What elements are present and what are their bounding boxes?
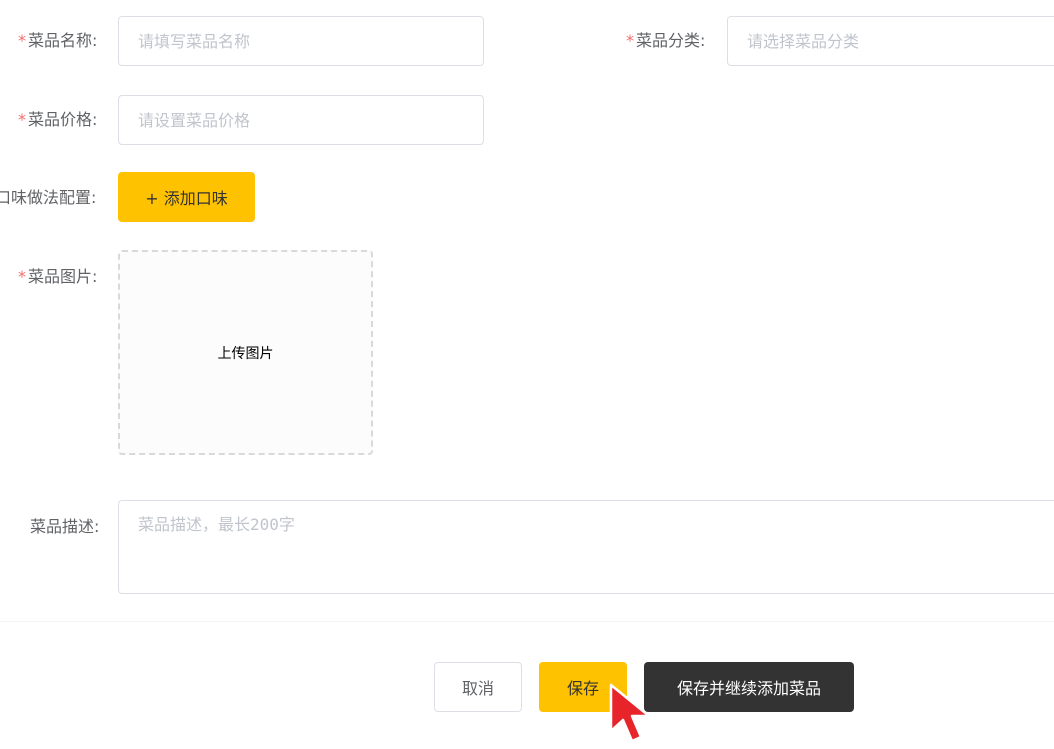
image-upload-area[interactable]: 上传图片 <box>118 250 373 455</box>
required-mark: * <box>18 110 26 129</box>
upload-image-text: 上传图片 <box>217 345 274 362</box>
save-and-continue-button[interactable]: 保存并继续添加菜品 <box>644 662 854 712</box>
required-mark: * <box>18 267 26 286</box>
dish-name-label: * 菜品名称: <box>18 31 98 50</box>
dish-category-label: * 菜品分类: <box>626 31 706 50</box>
dish-image-label: * 菜品图片: <box>18 267 98 286</box>
dish-price-label: * 菜品价格: <box>18 110 98 129</box>
dish-category-select[interactable] <box>727 16 1054 66</box>
flavor-config-label: 口味做法配置: <box>0 188 97 207</box>
required-mark: * <box>18 31 26 50</box>
save-button[interactable]: 保存 <box>539 662 627 712</box>
dish-price-input[interactable] <box>118 95 484 145</box>
dish-form-page: *菜品名称: *菜品分类: *菜品价格: 口味做法配置: + 添加口味 *菜品图… <box>0 0 1054 749</box>
required-mark: * <box>626 31 634 50</box>
dish-name-input[interactable] <box>118 16 484 66</box>
cancel-button[interactable]: 取消 <box>434 662 522 712</box>
footer-divider <box>0 621 1054 622</box>
add-flavor-button[interactable]: + 添加口味 <box>118 172 255 222</box>
dish-description-textarea[interactable] <box>118 500 1054 594</box>
dish-description-label: 菜品描述: <box>30 517 100 536</box>
